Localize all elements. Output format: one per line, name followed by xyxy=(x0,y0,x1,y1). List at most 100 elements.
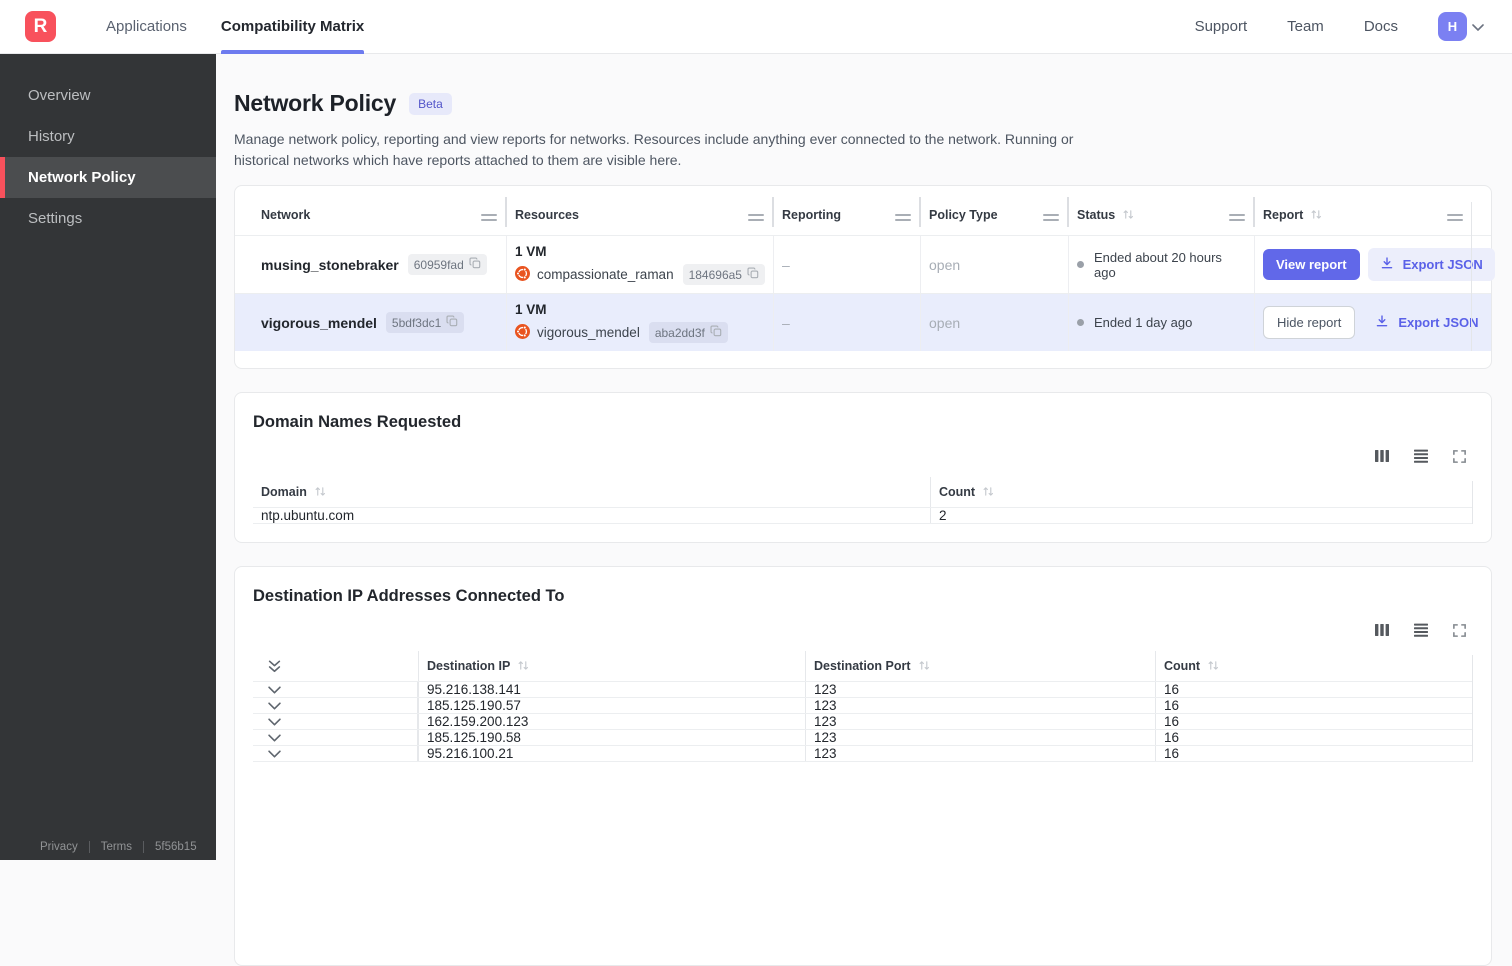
fullscreen-icon[interactable] xyxy=(1452,449,1467,464)
page-description: Manage network policy, reporting and vie… xyxy=(234,129,1112,171)
column-label: Network xyxy=(261,208,310,222)
resource-id: 184696a5 xyxy=(689,268,742,282)
copy-icon[interactable] xyxy=(747,267,759,282)
chevron-down-icon[interactable] xyxy=(268,750,281,758)
sort-icon[interactable] xyxy=(517,660,530,674)
resource-id: aba2dd3f xyxy=(655,326,705,340)
vm-count: 1 VM xyxy=(515,302,547,317)
destinations-card-title: Destination IP Addresses Connected To xyxy=(253,587,1473,606)
status-text: Ended about 20 hours ago xyxy=(1094,250,1244,280)
network-id: 5bdf3dc1 xyxy=(392,316,441,330)
sort-icon[interactable] xyxy=(1207,660,1220,674)
tab-applications[interactable]: Applications xyxy=(106,0,187,54)
column-drag-icon[interactable] xyxy=(748,211,764,222)
chevron-down-icon xyxy=(1472,18,1484,36)
resource-name: vigorous_mendel xyxy=(537,325,640,340)
destination-row[interactable]: 95.216.138.141 123 16 xyxy=(253,681,1473,697)
destination-row[interactable]: 162.159.200.123 123 16 xyxy=(253,713,1473,729)
report-cell: View report Export JSON xyxy=(1255,236,1512,293)
export-json-label: Export JSON xyxy=(1403,257,1483,272)
export-json-button[interactable]: Export JSON xyxy=(1363,306,1490,339)
sidebar-item-network-policy[interactable]: Network Policy xyxy=(0,157,216,198)
columns-icon[interactable] xyxy=(1374,622,1390,638)
sort-icon[interactable] xyxy=(1122,209,1135,223)
sort-icon[interactable] xyxy=(918,660,931,674)
rows-density-icon[interactable] xyxy=(1413,448,1429,464)
copy-icon[interactable] xyxy=(710,325,722,340)
tab-compatibility-matrix[interactable]: Compatibility Matrix xyxy=(221,0,364,54)
sidebar-item-history[interactable]: History xyxy=(0,116,216,157)
column-header-destination-port: Destination Port xyxy=(806,651,1156,681)
chevron-down-icon[interactable] xyxy=(268,718,281,726)
domains-table-header: Domain Count xyxy=(253,477,1473,507)
destination-ip-cell: 185.125.190.57 xyxy=(418,698,806,713)
table-toolbar xyxy=(253,448,1473,464)
destination-row[interactable]: 95.216.100.21 123 16 xyxy=(253,745,1473,762)
column-label: Resources xyxy=(515,208,579,222)
count-cell: 16 xyxy=(1156,746,1473,761)
column-header-network: Network xyxy=(235,186,507,235)
row-expander-cell xyxy=(253,682,418,697)
rows-density-icon[interactable] xyxy=(1413,622,1429,638)
topbar-right: Support Team Docs H xyxy=(1195,12,1484,41)
column-header-destination-ip: Destination IP xyxy=(418,651,806,681)
column-drag-icon[interactable] xyxy=(1043,211,1059,222)
copy-icon[interactable] xyxy=(446,315,458,330)
nav-link-team[interactable]: Team xyxy=(1287,18,1324,35)
resources-cell: 1 VM vigorous_mendel aba2dd3f xyxy=(507,294,774,351)
column-drag-icon[interactable] xyxy=(1447,211,1463,222)
terms-link[interactable]: Terms xyxy=(101,841,132,853)
fullscreen-icon[interactable] xyxy=(1452,623,1467,638)
user-menu[interactable]: H xyxy=(1438,12,1484,41)
resource-id-badge[interactable]: 184696a5 xyxy=(683,264,765,285)
app-logo[interactable]: R xyxy=(25,11,56,42)
destination-row[interactable]: 185.125.190.57 123 16 xyxy=(253,697,1473,713)
policy-type-cell: open xyxy=(921,236,1069,293)
column-label: Count xyxy=(1164,659,1200,673)
column-drag-icon[interactable] xyxy=(895,211,911,222)
column-header-status: Status xyxy=(1069,186,1255,235)
column-header-domain: Domain xyxy=(253,477,931,507)
network-row-vigorous-mendel[interactable]: vigorous_mendel 5bdf3dc1 1 VM vig xyxy=(235,293,1491,351)
chevron-down-icon[interactable] xyxy=(268,702,281,710)
copy-icon[interactable] xyxy=(469,257,481,272)
sidebar-item-overview[interactable]: Overview xyxy=(0,75,216,116)
sort-icon[interactable] xyxy=(314,486,327,500)
network-row-musing-stonebraker[interactable]: musing_stonebraker 60959fad 1 VM xyxy=(235,235,1491,293)
status-dot xyxy=(1077,261,1084,268)
nav-link-docs[interactable]: Docs xyxy=(1364,18,1398,35)
sort-icon[interactable] xyxy=(982,486,995,500)
reporting-cell: – xyxy=(774,294,921,351)
network-cell: vigorous_mendel 5bdf3dc1 xyxy=(235,294,507,351)
sidebar-item-settings[interactable]: Settings xyxy=(0,198,216,239)
chevron-down-icon[interactable] xyxy=(268,686,281,694)
export-json-button[interactable]: Export JSON xyxy=(1368,248,1495,281)
resource-id-badge[interactable]: aba2dd3f xyxy=(649,322,728,343)
nav-link-support[interactable]: Support xyxy=(1195,18,1248,35)
column-label: Count xyxy=(939,485,975,499)
destination-row[interactable]: 185.125.190.58 123 16 xyxy=(253,729,1473,745)
column-drag-icon[interactable] xyxy=(481,211,497,222)
column-label: Domain xyxy=(261,485,307,499)
column-header-count: Count xyxy=(1156,651,1473,681)
network-id-badge[interactable]: 5bdf3dc1 xyxy=(386,312,464,333)
columns-icon[interactable] xyxy=(1374,448,1390,464)
hide-report-button[interactable]: Hide report xyxy=(1263,306,1355,339)
column-drag-icon[interactable] xyxy=(1229,211,1245,222)
privacy-link[interactable]: Privacy xyxy=(40,841,78,853)
status-cell: Ended about 20 hours ago xyxy=(1069,236,1255,293)
view-report-button[interactable]: View report xyxy=(1263,249,1360,280)
row-expander-cell xyxy=(253,730,418,745)
report-cell: Hide report Export JSON xyxy=(1255,294,1512,351)
expand-all-icon[interactable] xyxy=(268,660,281,673)
destination-ip-cell: 185.125.190.58 xyxy=(418,730,806,745)
chevron-down-icon[interactable] xyxy=(268,734,281,742)
network-id-badge[interactable]: 60959fad xyxy=(408,254,487,275)
domain-row[interactable]: ntp.ubuntu.com 2 xyxy=(253,507,1473,524)
vm-count: 1 VM xyxy=(515,244,547,259)
ubuntu-icon xyxy=(515,266,530,284)
status-text: Ended 1 day ago xyxy=(1094,315,1192,330)
sort-icon[interactable] xyxy=(1310,209,1323,223)
column-label: Report xyxy=(1263,208,1303,222)
networks-table: Network Resources Reporting Policy Type … xyxy=(235,186,1491,351)
